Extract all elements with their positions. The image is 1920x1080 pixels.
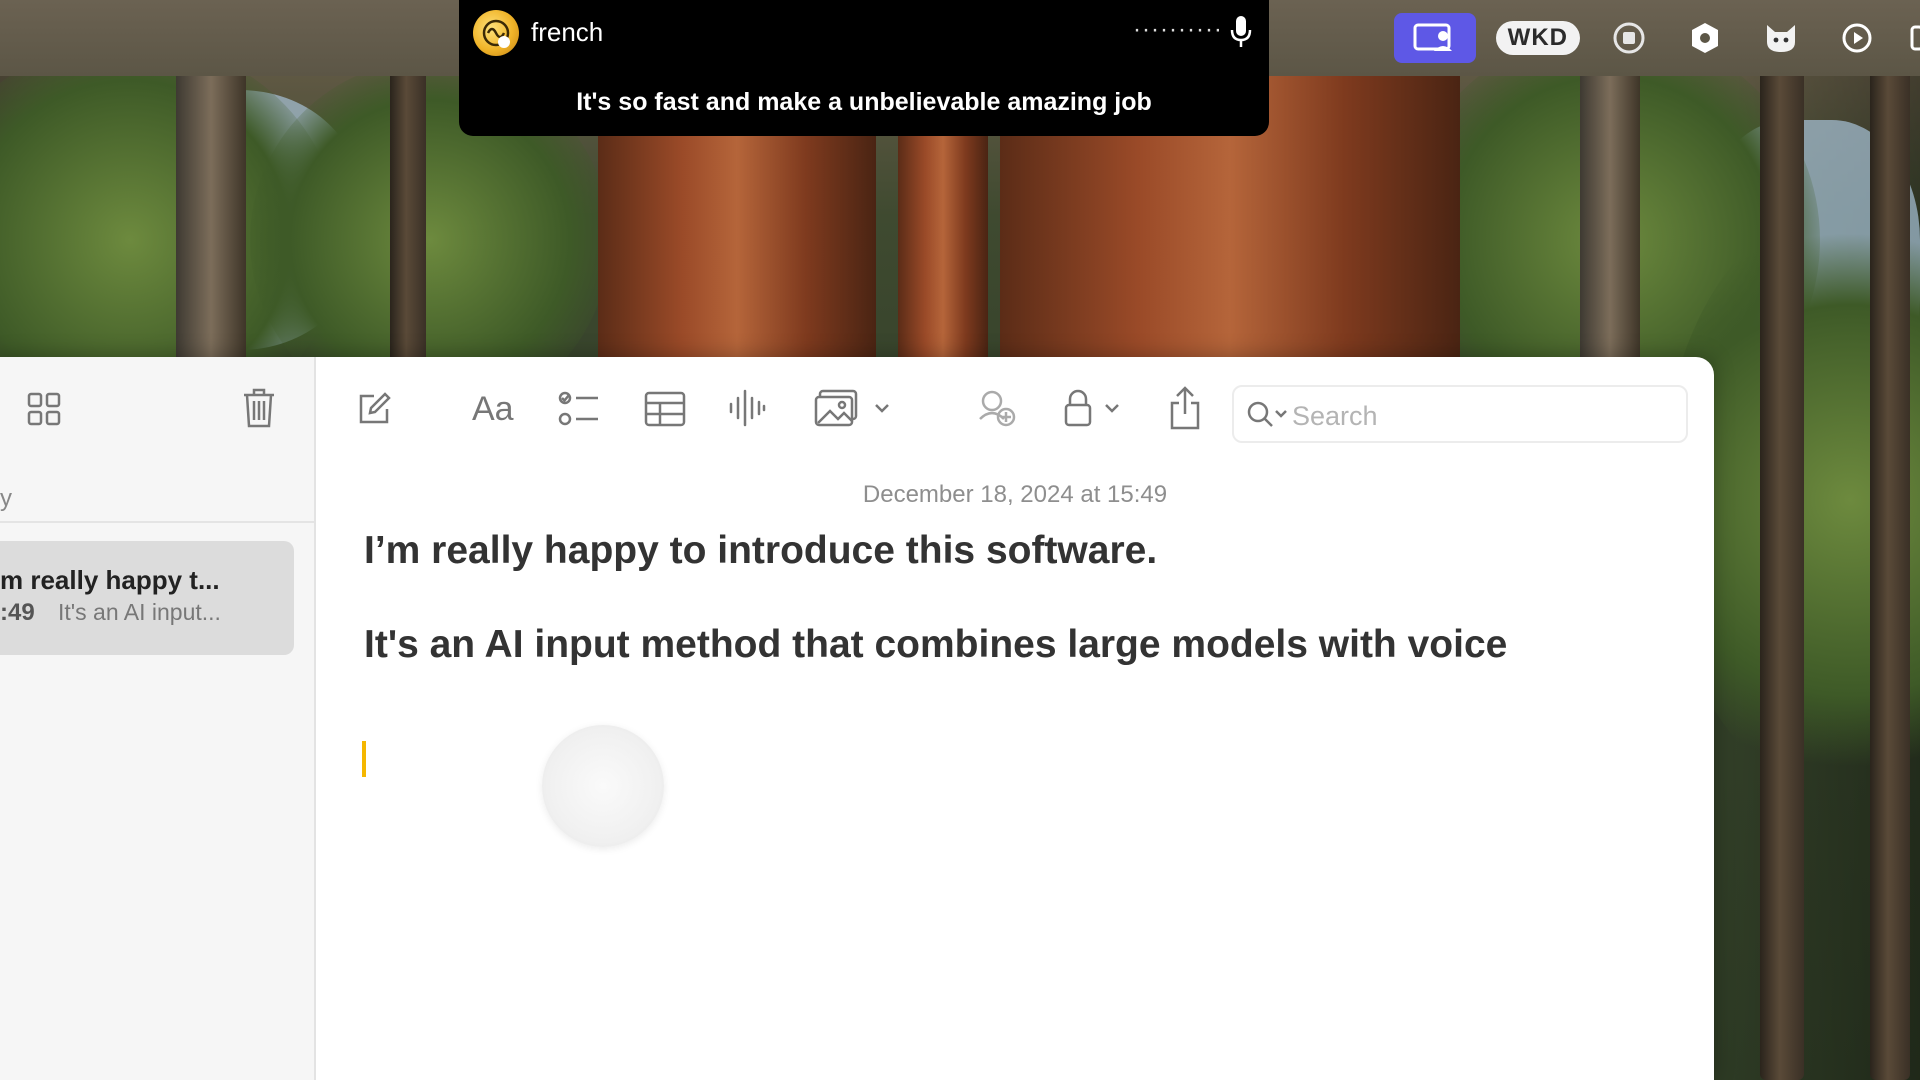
lock-icon[interactable] xyxy=(1062,387,1126,429)
audio-icon[interactable] xyxy=(728,387,766,429)
note-list-item-snippet: It's an AI input... xyxy=(58,599,221,625)
table-icon[interactable] xyxy=(644,391,686,427)
microphone-icon[interactable] xyxy=(1229,14,1253,50)
note-heading[interactable]: I’m really happy to introduce this softw… xyxy=(364,529,1157,573)
notes-sidebar: y m really happy t... :49 It's an AI inp… xyxy=(0,357,316,1080)
dictation-hud: french ·········· It's so fast and make … xyxy=(459,0,1269,136)
trash-icon[interactable] xyxy=(242,387,276,429)
share-icon[interactable] xyxy=(1168,385,1202,431)
search-field[interactable]: Search xyxy=(1232,385,1688,443)
stop-record-icon[interactable] xyxy=(1606,14,1652,62)
app-logo-icon[interactable] xyxy=(473,10,519,56)
screen-share-icon[interactable] xyxy=(1393,13,1476,63)
grid-view-icon[interactable] xyxy=(26,391,62,427)
collaborate-icon[interactable] xyxy=(976,387,1018,429)
compose-icon[interactable] xyxy=(356,391,392,427)
note-list-item[interactable]: m really happy t... :49 It's an AI input… xyxy=(0,541,294,655)
text-cursor xyxy=(362,741,366,777)
battery-icon[interactable] xyxy=(1910,14,1920,62)
media-icon[interactable] xyxy=(814,389,894,429)
format-text-icon[interactable]: Aa xyxy=(472,389,520,429)
search-icon xyxy=(1246,400,1288,430)
shield-icon[interactable] xyxy=(1682,14,1728,62)
dictation-transcript: It's so fast and make a unbelievable ama… xyxy=(576,88,1152,116)
notes-window: y m really happy t... :49 It's an AI inp… xyxy=(0,357,1714,1080)
touch-indicator xyxy=(542,725,664,847)
sidebar-divider xyxy=(0,521,314,523)
sidebar-section-header: y xyxy=(0,485,12,512)
menu-bar-status-items: WKD xyxy=(1393,10,1920,66)
audio-level-indicator: ·········· xyxy=(1133,16,1223,43)
checklist-icon[interactable] xyxy=(558,389,600,429)
note-date: December 18, 2024 at 15:49 xyxy=(862,481,1168,508)
note-body-text[interactable]: It's an AI input method that combines la… xyxy=(364,623,1507,667)
wkd-status-item[interactable]: WKD xyxy=(1495,21,1580,55)
note-list-item-title: m really happy t... xyxy=(0,565,220,595)
note-list-item-time: :49 xyxy=(0,599,35,626)
search-placeholder: Search xyxy=(1292,401,1378,431)
play-icon[interactable] xyxy=(1834,14,1880,62)
cat-icon[interactable] xyxy=(1758,14,1804,62)
dictation-language[interactable]: french xyxy=(531,17,603,48)
